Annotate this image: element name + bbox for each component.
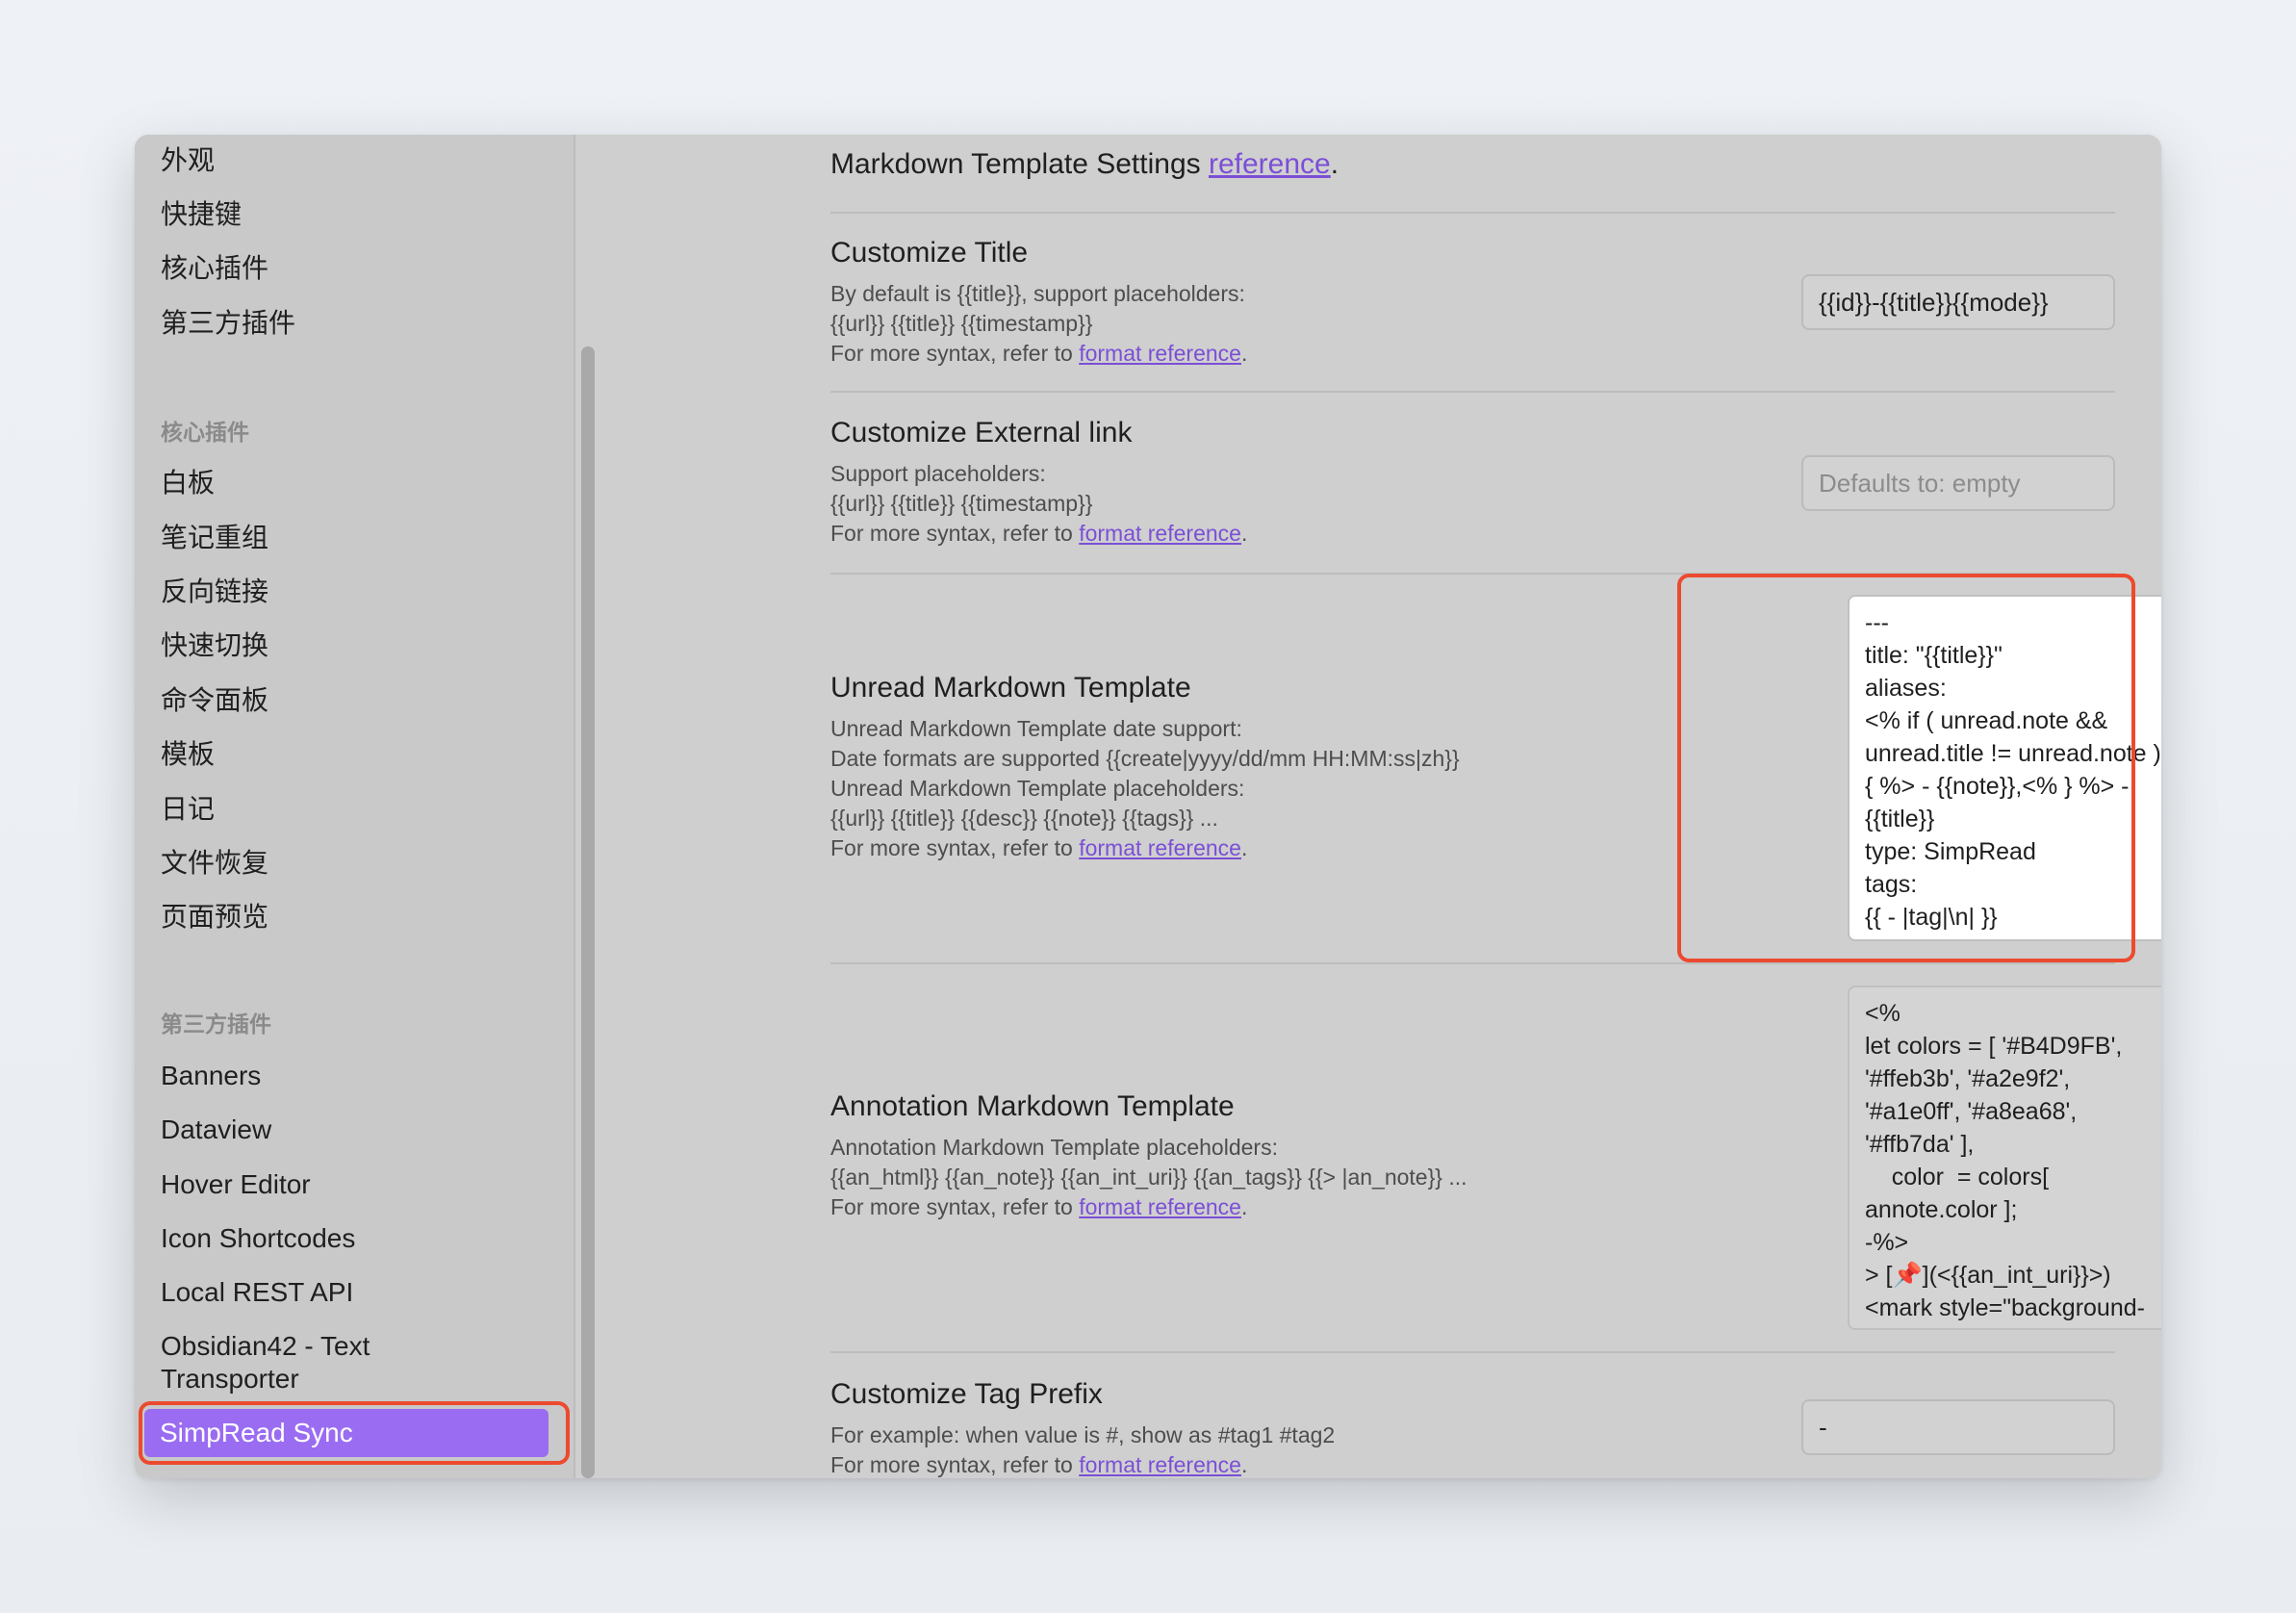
period: .	[1240, 521, 1248, 546]
desc-line: {{url}} {{title}} {{desc}} {{note}} {{ta…	[830, 806, 1218, 831]
more-syntax-text: For more syntax, refer to	[830, 1452, 1080, 1477]
code-line: '#ffb7da' ],	[1865, 1131, 1975, 1158]
annotation-template-textarea[interactable]: <% let colors = [ '#B4D9FB', '#ffeb3b', …	[1848, 986, 2161, 1330]
more-syntax-text: For more syntax, refer to	[830, 521, 1080, 546]
sidebar-item-appearance[interactable]: 外观	[161, 144, 215, 177]
setting-desc-external-link: Support placeholders: {{url}} {{title}} …	[830, 459, 1247, 549]
sidebar-item-quick-switcher[interactable]: 快速切换	[161, 629, 268, 662]
highlight-box-sidebar	[139, 1401, 570, 1465]
sidebar-item-hover-editor[interactable]: Hover Editor	[161, 1168, 311, 1201]
setting-desc-annotation-template: Annotation Markdown Template placeholder…	[830, 1133, 1467, 1222]
desc-line: For more syntax, refer to format referen…	[830, 1192, 1467, 1222]
period: .	[1240, 835, 1248, 860]
sidebar-item-canvas[interactable]: 白板	[161, 467, 215, 499]
period: .	[1240, 341, 1248, 366]
code-line: '#a1e0ff', '#a8ea68',	[1865, 1098, 2078, 1125]
pushpin-icon: 📌	[1892, 1262, 1923, 1289]
code-line: let colors = [ '#B4D9FB',	[1865, 1033, 2123, 1060]
highlight-box-unread-template	[1677, 574, 2135, 962]
sidebar-item-text-transporter[interactable]: Obsidian42 - Text Transporter	[161, 1330, 370, 1395]
external-link-input[interactable]: Defaults to: empty	[1801, 455, 2115, 511]
customize-title-input[interactable]: {{id}}-{{title}}{{mode}}	[1801, 274, 2115, 330]
code-text: ](<{{an_int_uri}}>)	[1922, 1262, 2111, 1289]
desc-line: For more syntax, refer to format referen…	[830, 833, 1460, 863]
format-reference-link[interactable]: format reference	[1079, 1194, 1241, 1219]
page-heading: Markdown Template Settings reference.	[830, 148, 1339, 181]
desc-line: Annotation Markdown Template placeholder…	[830, 1135, 1278, 1160]
sidebar-item-templates[interactable]: 模板	[161, 738, 215, 771]
divider	[830, 1351, 2115, 1353]
sidebar-scrollbar[interactable]	[581, 346, 595, 1478]
code-line: annote.color ];	[1865, 1196, 2018, 1223]
period: .	[1240, 1452, 1248, 1477]
code-line: '#ffeb3b', '#a2e9f2',	[1865, 1065, 2071, 1092]
settings-sidebar: 外观 快捷键 核心插件 第三方插件 核心插件 白板 笔记重组 反向链接 快速切换…	[135, 135, 575, 1478]
setting-title-annotation-template: Annotation Markdown Template	[830, 1090, 1235, 1122]
sidebar-item-label-line1: Obsidian42 - Text	[161, 1331, 370, 1361]
format-reference-link[interactable]: format reference	[1079, 1452, 1241, 1477]
desc-line: {{url}} {{title}} {{timestamp}}	[830, 311, 1093, 336]
desc-line: For example: when value is #, show as #t…	[830, 1422, 1336, 1447]
sidebar-item-dataview[interactable]: Dataview	[161, 1114, 271, 1146]
period: .	[1240, 1194, 1248, 1219]
setting-desc-customize-title: By default is {{title}}, support placeho…	[830, 279, 1247, 369]
desc-line: Support placeholders:	[830, 461, 1046, 486]
divider	[830, 391, 2115, 393]
setting-title-external-link: Customize External link	[830, 417, 1133, 448]
desc-line: {{an_html}} {{an_note}} {{an_int_uri}} {…	[830, 1165, 1467, 1190]
format-reference-link[interactable]: format reference	[1079, 341, 1241, 366]
desc-line: By default is {{title}}, support placeho…	[830, 281, 1245, 306]
sidebar-heading-core: 核心插件	[161, 420, 249, 445]
sidebar-item-icon-shortcodes[interactable]: Icon Shortcodes	[161, 1222, 355, 1255]
sidebar-item-daily-notes[interactable]: 日记	[161, 793, 215, 826]
code-line: <%	[1865, 1000, 1901, 1027]
sidebar-item-core-plugins[interactable]: 核心插件	[161, 252, 268, 285]
sidebar-item-page-preview[interactable]: 页面预览	[161, 901, 268, 934]
desc-line: Unread Markdown Template date support:	[830, 716, 1242, 741]
sidebar-item-local-rest-api[interactable]: Local REST API	[161, 1276, 353, 1309]
setting-title-customize-title: Customize Title	[830, 237, 1029, 269]
sidebar-item-note-composer[interactable]: 笔记重组	[161, 522, 268, 554]
desc-line: Date formats are supported {{create|yyyy…	[830, 746, 1460, 771]
sidebar-item-file-recovery[interactable]: 文件恢复	[161, 847, 268, 880]
sidebar-heading-community: 第三方插件	[161, 1011, 271, 1037]
setting-desc-tag-prefix: For example: when value is #, show as #t…	[830, 1421, 1335, 1478]
divider	[830, 212, 2115, 214]
setting-title-unread-template: Unread Markdown Template	[830, 672, 1191, 704]
code-line: > [📌](<{{an_int_uri}}>)	[1865, 1259, 2161, 1292]
tag-prefix-input[interactable]: -	[1801, 1399, 2115, 1455]
sidebar-item-backlinks[interactable]: 反向链接	[161, 576, 268, 608]
desc-line: For more syntax, refer to format referen…	[830, 339, 1247, 369]
sidebar-item-label-line2: Transporter	[161, 1364, 299, 1394]
desc-line: Unread Markdown Template placeholders:	[830, 776, 1245, 801]
page-heading-period: .	[1330, 148, 1339, 180]
divider	[830, 962, 2115, 964]
setting-title-tag-prefix: Customize Tag Prefix	[830, 1378, 1103, 1410]
more-syntax-text: For more syntax, refer to	[830, 341, 1080, 366]
page-heading-text: Markdown Template Settings	[830, 148, 1209, 180]
more-syntax-text: For more syntax, refer to	[830, 1194, 1080, 1219]
desc-line: {{url}} {{title}} {{timestamp}}	[830, 491, 1093, 516]
code-line: <mark style="background-	[1865, 1294, 2145, 1321]
code-line: color = colors[	[1865, 1164, 2050, 1191]
sidebar-item-hotkeys[interactable]: 快捷键	[161, 198, 242, 231]
sidebar-item-command-palette[interactable]: 命令面板	[161, 684, 268, 717]
reference-link[interactable]: reference	[1209, 148, 1331, 180]
more-syntax-text: For more syntax, refer to	[830, 835, 1080, 860]
code-line: -%>	[1865, 1229, 1909, 1256]
format-reference-link[interactable]: format reference	[1079, 835, 1241, 860]
sidebar-item-community-plugins[interactable]: 第三方插件	[161, 307, 295, 340]
sidebar-item-banners[interactable]: Banners	[161, 1060, 261, 1092]
desc-line: For more syntax, refer to format referen…	[830, 1450, 1335, 1478]
format-reference-link[interactable]: format reference	[1079, 521, 1241, 546]
desc-line: For more syntax, refer to format referen…	[830, 519, 1247, 549]
setting-desc-unread-template: Unread Markdown Template date support: D…	[830, 714, 1460, 863]
code-text: > [	[1865, 1262, 1893, 1289]
